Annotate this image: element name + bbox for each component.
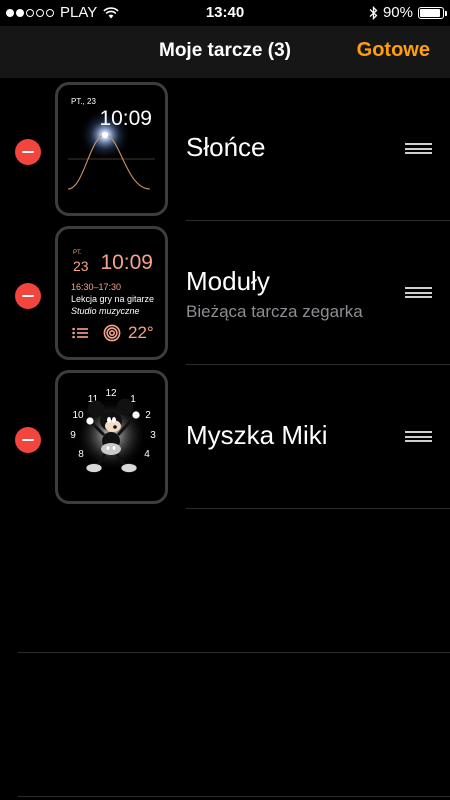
face-row-modular: PT. 23 10:09 16:30–17:30 Lekcja gry na g…	[0, 222, 450, 366]
activity-rings-icon	[103, 324, 121, 342]
current-face-subtitle: Bieżąca tarcza zegarka	[186, 302, 363, 321]
face-name-sun: Słońce	[186, 132, 266, 162]
row-divider	[186, 220, 450, 221]
modular-face-day: PT.	[73, 250, 82, 256]
done-button[interactable]: Gotowe	[357, 39, 430, 62]
row-divider	[186, 364, 450, 365]
battery-icon	[418, 6, 447, 19]
row-divider	[186, 508, 450, 509]
sun-face-time: 10:09	[99, 107, 152, 130]
face-name-mickey: Myszka Miki	[186, 420, 328, 450]
battery-fill	[420, 8, 440, 17]
modular-event-location: Studio muzyczne	[71, 306, 140, 316]
modular-face-date: 23	[73, 258, 89, 274]
remove-mickey-button[interactable]	[15, 427, 41, 453]
face-row-sun: PT., 23 10:09 Słońce	[0, 78, 450, 222]
empty-row-divider	[18, 796, 450, 797]
modular-face-time: 10:09	[100, 251, 153, 274]
remove-modular-button[interactable]	[15, 283, 41, 309]
reorder-handle-icon[interactable]	[405, 287, 432, 298]
nav-bar: Moje tarcze (3) Gotowe	[0, 26, 450, 78]
sun-face-date: PT., 23	[71, 97, 96, 106]
reorder-handle-icon[interactable]	[405, 143, 432, 154]
modular-face-preview[interactable]: PT. 23 10:09 16:30–17:30 Lekcja gry na g…	[55, 226, 168, 360]
status-right: 90%	[369, 4, 447, 21]
remove-sun-button[interactable]	[15, 139, 41, 165]
mickey-face-preview[interactable]: 12 1 2 3 4 8 9 10 11	[55, 370, 168, 504]
battery-percent: 90%	[382, 4, 413, 21]
list-icon	[72, 327, 88, 339]
status-bar: PLAY 13:40 90%	[0, 0, 450, 26]
face-name-modular: Moduły	[186, 266, 270, 296]
watch-face-list: PT., 23 10:09 Słońce PT. 23 10:09 16:30–…	[0, 78, 450, 797]
bluetooth-icon	[369, 5, 378, 20]
empty-row-divider	[18, 652, 450, 653]
sun-face-preview[interactable]: PT., 23 10:09	[55, 82, 168, 216]
modular-event-time: 16:30–17:30	[71, 282, 122, 292]
modular-event-title: Lekcja gry na gitarze	[71, 294, 155, 304]
mickey-mouse-graphic	[75, 398, 147, 473]
face-row-mickey: 12 1 2 3 4 8 9 10 11	[0, 366, 450, 510]
reorder-handle-icon[interactable]	[405, 431, 432, 442]
modular-temperature: 22°	[128, 323, 154, 342]
